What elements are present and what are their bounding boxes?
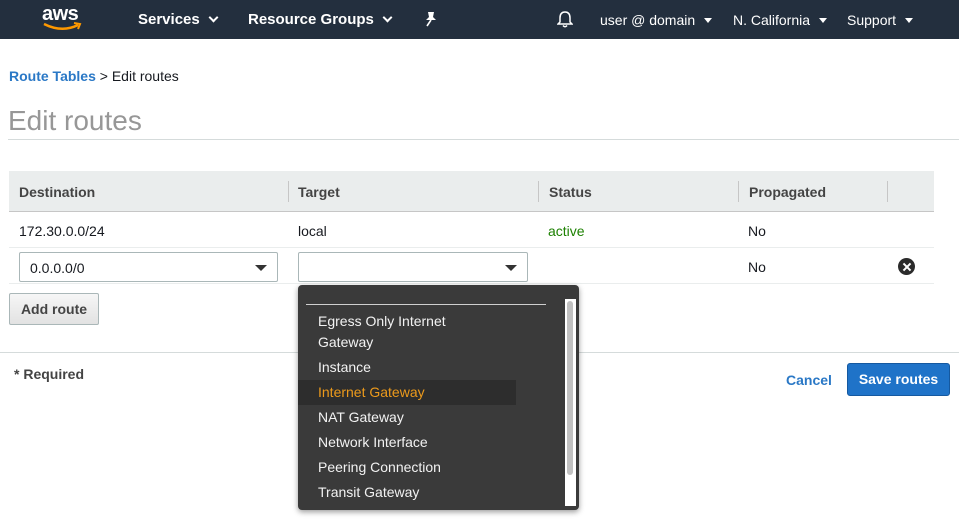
caret-down-icon [255, 265, 267, 271]
chevron-down-icon [382, 12, 393, 23]
services-label: Services [138, 11, 200, 28]
resource-groups-label: Resource Groups [248, 11, 374, 28]
target-select[interactable] [298, 252, 528, 282]
required-note: * Required [14, 366, 85, 382]
breadcrumb: Route Tables > Edit routes [9, 68, 179, 84]
cancel-button[interactable]: Cancel [786, 372, 832, 388]
dropdown-item-network-interface[interactable]: Network Interface [298, 430, 516, 455]
destination-value: 0.0.0.0/0 [30, 260, 85, 276]
caret-down-icon [905, 17, 914, 23]
aws-smile-icon [43, 22, 82, 30]
add-route-button[interactable]: Add route [9, 293, 99, 325]
status-badge: active [548, 223, 585, 239]
remove-route-icon[interactable] [898, 258, 915, 275]
column-divider [738, 181, 739, 202]
breadcrumb-route-tables-link[interactable]: Route Tables [9, 68, 96, 84]
dropdown-item-instance[interactable]: Instance [298, 355, 516, 380]
region-menu[interactable]: N. California [733, 12, 828, 28]
dropdown-list: Egress Only Internet Gateway Instance In… [298, 309, 516, 505]
destination-cell: 172.30.0.0/24 [19, 223, 105, 239]
propagated-cell: No [748, 259, 766, 275]
aws-logo[interactable]: aws [42, 3, 86, 35]
support-menu[interactable]: Support [847, 12, 914, 28]
breadcrumb-current: Edit routes [111, 68, 179, 84]
save-routes-button[interactable]: Save routes [847, 363, 950, 396]
column-divider [887, 181, 888, 202]
services-menu[interactable]: Services [138, 11, 219, 28]
destination-input[interactable]: 0.0.0.0/0 [19, 252, 278, 282]
dropdown-filter-line[interactable] [306, 304, 546, 305]
caret-down-icon [505, 265, 517, 271]
dropdown-item-egress-only-internet-gateway[interactable]: Egress Only Internet Gateway [298, 309, 516, 355]
table-header: Destination Target Status Propagated [9, 171, 934, 212]
header-status: Status [549, 184, 592, 200]
user-label: user @ domain [600, 12, 696, 28]
table-row: 172.30.0.0/24 local active No [9, 212, 934, 248]
support-label: Support [847, 12, 897, 28]
target-cell: local [298, 223, 327, 239]
pin-icon[interactable] [424, 11, 438, 27]
top-navigation-bar: aws Services Resource Groups user @ doma… [0, 0, 959, 39]
caret-down-icon [819, 17, 828, 23]
target-dropdown-menu: Egress Only Internet Gateway Instance In… [298, 285, 579, 510]
propagated-cell: No [748, 223, 766, 239]
bell-icon[interactable] [557, 10, 573, 28]
user-menu[interactable]: user @ domain [600, 12, 713, 28]
chevron-down-icon [208, 12, 219, 23]
dropdown-item-peering-connection[interactable]: Peering Connection [298, 455, 516, 480]
caret-down-icon [704, 17, 713, 23]
dropdown-scrollbar-thumb[interactable] [567, 301, 573, 475]
header-destination: Destination [19, 184, 96, 200]
column-divider [538, 181, 539, 202]
dropdown-item-nat-gateway[interactable]: NAT Gateway [298, 405, 516, 430]
breadcrumb-separator: > [99, 68, 108, 84]
routes-table: Destination Target Status Propagated 172… [9, 171, 934, 284]
dropdown-item-transit-gateway[interactable]: Transit Gateway [298, 480, 516, 505]
page-title: Edit routes [8, 105, 142, 136]
table-row: 0.0.0.0/0 No [9, 248, 934, 284]
column-divider [288, 181, 289, 202]
region-label: N. California [733, 12, 811, 28]
dropdown-item-internet-gateway[interactable]: Internet Gateway [298, 380, 516, 405]
header-target: Target [298, 184, 340, 200]
title-divider [8, 139, 959, 140]
resource-groups-menu[interactable]: Resource Groups [248, 11, 393, 28]
header-propagated: Propagated [749, 184, 827, 200]
